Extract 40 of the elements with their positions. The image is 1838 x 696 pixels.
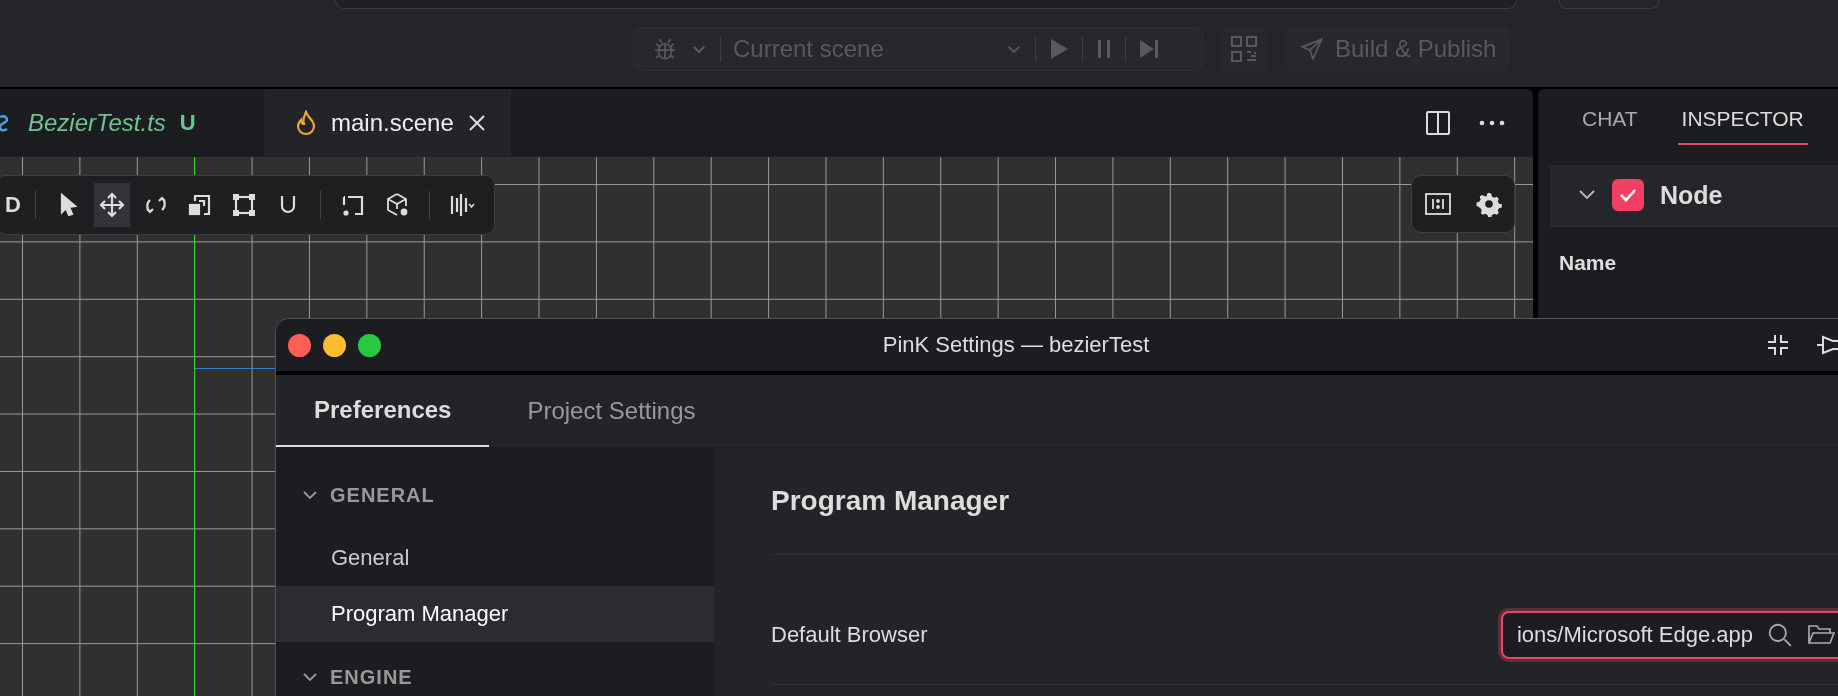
actual-size-icon[interactable] bbox=[1424, 193, 1451, 215]
move-tool-button[interactable] bbox=[93, 183, 130, 227]
window-title: PinK Settings — bezierTest bbox=[881, 332, 1151, 358]
settings-tab[interactable]: Project Settings bbox=[489, 375, 734, 447]
settings-icon[interactable] bbox=[1475, 191, 1502, 217]
section-title: Program Manager bbox=[771, 448, 1838, 555]
sidebar-item[interactable]: General bbox=[276, 530, 714, 586]
editor-tab[interactable]: main.scene bbox=[265, 89, 511, 157]
file-icon bbox=[0, 114, 8, 132]
pin-icon[interactable] bbox=[1817, 333, 1838, 357]
setting-label: Default Browser bbox=[771, 621, 928, 648]
mode-toggle[interactable]: D bbox=[5, 192, 21, 218]
more-icon[interactable] bbox=[1479, 119, 1505, 127]
minimize-button[interactable] bbox=[323, 333, 346, 357]
chevron-down-icon[interactable] bbox=[1578, 189, 1596, 201]
search-icon[interactable] bbox=[1767, 621, 1793, 648]
align-icon bbox=[448, 192, 475, 218]
panel-tab[interactable]: CHAT bbox=[1578, 107, 1642, 143]
sidebar-item[interactable]: Program Manager bbox=[276, 586, 714, 642]
property-label: Name bbox=[1559, 251, 1618, 275]
section-header[interactable]: GENERAL bbox=[276, 474, 714, 516]
chevron-down-icon bbox=[302, 490, 318, 500]
scale-icon bbox=[186, 192, 213, 218]
enable-checkbox[interactable] bbox=[1612, 179, 1644, 211]
path-field[interactable]: ions/Microsoft Edge.app bbox=[1500, 610, 1838, 659]
close-button[interactable] bbox=[288, 333, 311, 357]
section-header[interactable]: ENGINE bbox=[276, 656, 714, 696]
zoom-button[interactable] bbox=[358, 333, 381, 357]
component-title: Node bbox=[1660, 180, 1723, 210]
paper-plane-icon bbox=[1299, 36, 1325, 62]
qr-code-icon bbox=[1229, 34, 1259, 64]
close-icon[interactable] bbox=[467, 114, 486, 132]
rect-icon bbox=[230, 192, 257, 218]
folder-icon[interactable] bbox=[1807, 622, 1835, 647]
collapse-icon[interactable] bbox=[1766, 333, 1790, 357]
chevron-down-icon bbox=[302, 672, 318, 682]
split-editor-icon[interactable] bbox=[1425, 110, 1451, 136]
move-icon bbox=[98, 192, 125, 218]
flame-icon bbox=[295, 110, 317, 136]
panel-tab[interactable]: INSPECTOR bbox=[1677, 107, 1808, 145]
